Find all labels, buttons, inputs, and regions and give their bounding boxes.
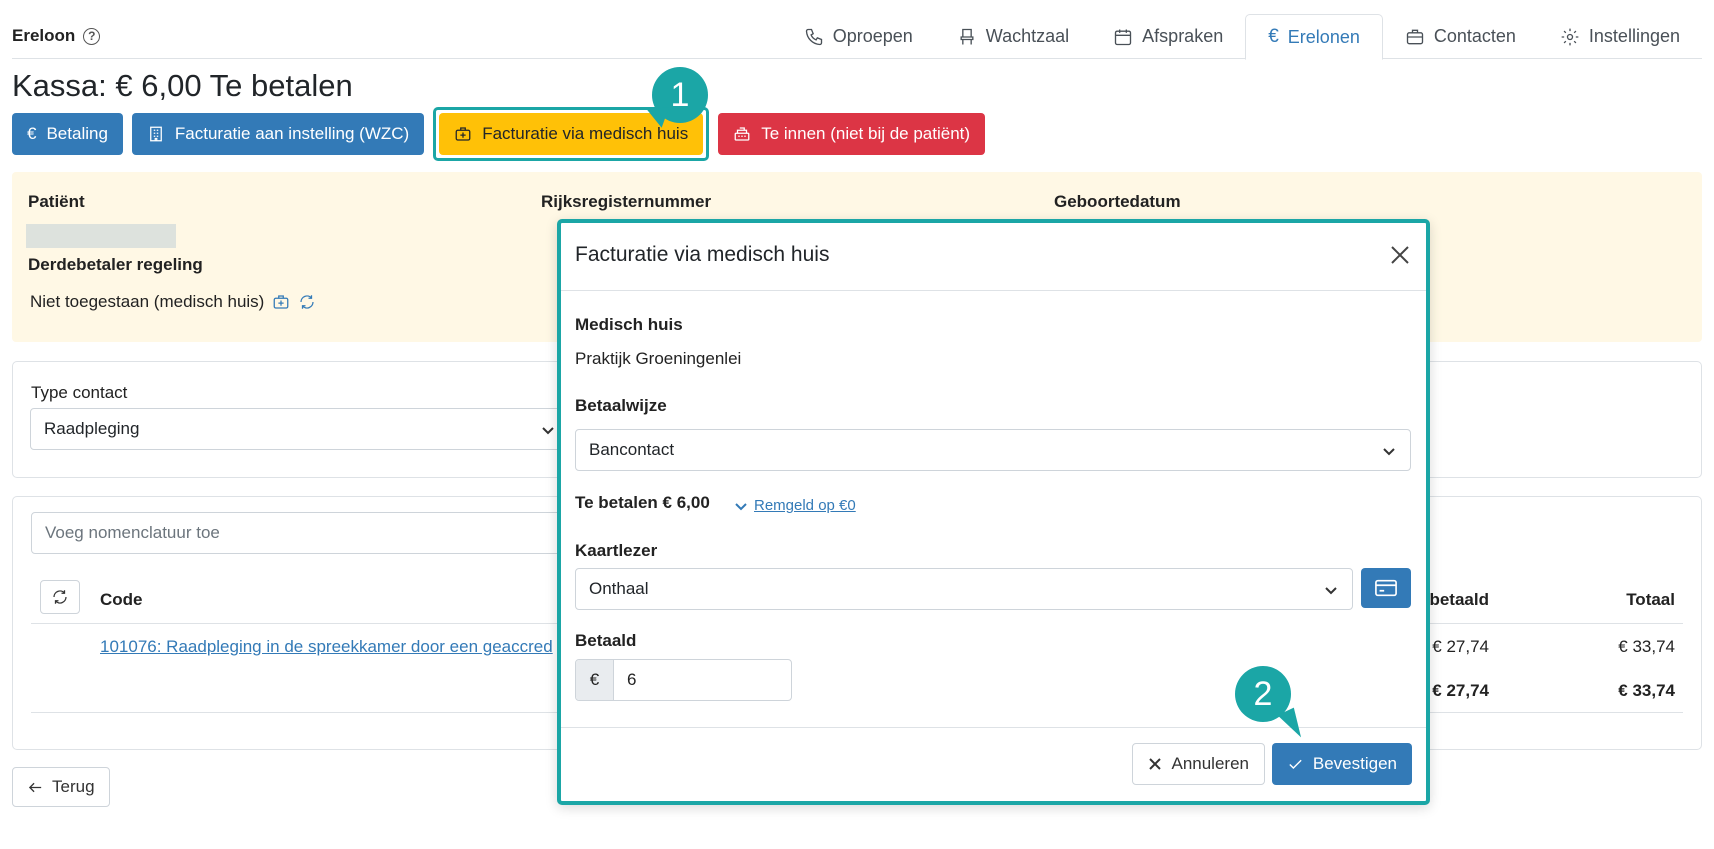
tab-contacten[interactable]: Contacten bbox=[1383, 14, 1538, 59]
remgeld-link-label: Remgeld op €0 bbox=[754, 497, 856, 514]
close-icon[interactable] bbox=[1388, 243, 1412, 267]
top-bar: Ereloon ? Oproepen Wachtzaal Afspraken €… bbox=[12, 14, 1702, 60]
total-totaal: € 33,74 bbox=[1618, 681, 1675, 700]
medisch-huis-label: Medisch huis bbox=[575, 315, 683, 334]
dob-label: Geboortedatum bbox=[1054, 192, 1181, 211]
te-betalen-amount: Te betalen € 6,00 bbox=[575, 493, 710, 512]
row-betaald: € 27,74 bbox=[1432, 637, 1489, 656]
modal-title: Facturatie via medisch huis bbox=[575, 243, 830, 266]
help-icon[interactable]: ? bbox=[83, 27, 101, 45]
app-title: Ereloon ? bbox=[12, 26, 101, 46]
rrn-label: Rijksregisternummer bbox=[541, 192, 712, 211]
chevron-down-icon bbox=[541, 422, 555, 436]
nomenclature-code-link[interactable]: 101076: Raadpleging in de spreekkamer do… bbox=[100, 637, 553, 657]
third-party-value-row: Niet toegestaan (medisch huis) bbox=[30, 292, 316, 312]
gear-icon bbox=[1561, 28, 1579, 45]
briefcase-icon bbox=[1406, 29, 1424, 44]
cash-register-icon bbox=[734, 127, 750, 141]
medical-bag-icon[interactable] bbox=[272, 293, 290, 311]
betaalwijze-value: Bancontact bbox=[589, 440, 675, 459]
refresh-button[interactable] bbox=[40, 580, 80, 614]
betaalwijze-select[interactable]: Bancontact bbox=[575, 429, 1411, 471]
betaling-label: Betaling bbox=[46, 124, 108, 143]
card-reader-button[interactable] bbox=[1361, 568, 1411, 608]
nomenclature-search-input[interactable]: Voeg nomenclatuur toe bbox=[31, 512, 561, 554]
contact-type-value: Raadpleging bbox=[44, 419, 140, 438]
step-callout-2: 2 bbox=[1235, 666, 1291, 722]
remgeld-link[interactable]: Remgeld op €0 bbox=[734, 497, 856, 514]
confirm-button-label: Bevestigen bbox=[1312, 754, 1397, 773]
tab-erelonen[interactable]: € Erelonen bbox=[1245, 14, 1383, 60]
back-button[interactable]: Terug bbox=[12, 767, 110, 807]
tab-afspraken-label: Afspraken bbox=[1142, 26, 1224, 46]
medical-bag-icon bbox=[455, 127, 471, 141]
phone-icon bbox=[805, 28, 822, 45]
building-icon bbox=[150, 126, 162, 142]
tab-wachtzaal[interactable]: Wachtzaal bbox=[935, 14, 1091, 59]
tab-oproepen[interactable]: Oproepen bbox=[782, 14, 935, 59]
redacted-patient-name bbox=[26, 224, 176, 248]
tab-erelonen-label: Erelonen bbox=[1287, 26, 1360, 47]
euro-icon: € bbox=[27, 124, 37, 143]
euro-prefix: € bbox=[576, 660, 614, 700]
chevron-down-icon bbox=[735, 502, 747, 510]
chevron-down-icon bbox=[1324, 582, 1338, 596]
third-party-label: Derdebetaler regeling bbox=[28, 255, 203, 274]
kaartlezer-select[interactable]: Onthaal bbox=[575, 568, 1353, 610]
betaalwijze-label: Betaalwijze bbox=[575, 396, 667, 415]
tab-wachtzaal-label: Wachtzaal bbox=[985, 26, 1070, 46]
total-betaald: € 27,74 bbox=[1432, 681, 1489, 700]
check-icon bbox=[1289, 759, 1302, 769]
betaald-input[interactable]: 6 bbox=[614, 660, 791, 700]
refresh-icon[interactable] bbox=[298, 293, 316, 311]
te-innen-label: Te innen (niet bij de patiënt) bbox=[761, 124, 971, 143]
tab-instellingen[interactable]: Instellingen bbox=[1538, 14, 1702, 59]
refresh-icon bbox=[53, 590, 67, 604]
page-title: Kassa: € 6,00 Te betalen bbox=[12, 68, 353, 103]
facturatie-instelling-button[interactable]: Facturatie aan instelling (WZC) bbox=[131, 113, 425, 155]
arrow-left-icon bbox=[28, 782, 42, 792]
close-icon bbox=[1149, 758, 1162, 770]
cancel-button[interactable]: Annuleren bbox=[1132, 743, 1265, 785]
contact-type-select[interactable]: Raadpleging bbox=[30, 408, 570, 450]
main-nav: Oproepen Wachtzaal Afspraken € Erelonen … bbox=[782, 14, 1702, 60]
third-party-value: Niet toegestaan (medisch huis) bbox=[30, 292, 265, 311]
tab-contacten-label: Contacten bbox=[1433, 26, 1516, 46]
chair-icon bbox=[960, 28, 974, 44]
tab-oproepen-label: Oproepen bbox=[832, 26, 913, 46]
credit-card-icon bbox=[1375, 579, 1397, 597]
euro-icon: € bbox=[1268, 26, 1279, 47]
col-header-totaal: Totaal bbox=[1626, 590, 1675, 609]
calendar-icon bbox=[1115, 29, 1132, 45]
modal-header: Facturatie via medisch huis bbox=[561, 223, 1426, 291]
kaartlezer-value: Onthaal bbox=[589, 579, 649, 598]
chevron-down-icon bbox=[1382, 443, 1396, 457]
betaald-label: Betaald bbox=[575, 631, 637, 650]
medisch-huis-modal: Facturatie via medisch huis Medisch huis… bbox=[557, 219, 1430, 805]
col-header-code: Code bbox=[100, 590, 143, 609]
app-title-text: Ereloon bbox=[12, 26, 76, 45]
cancel-button-label: Annuleren bbox=[1171, 754, 1249, 773]
tab-instellingen-label: Instellingen bbox=[1588, 26, 1680, 46]
confirm-button[interactable]: Bevestigen bbox=[1271, 743, 1412, 785]
kaartlezer-label: Kaartlezer bbox=[575, 541, 658, 560]
te-innen-button[interactable]: Te innen (niet bij de patiënt) bbox=[718, 113, 986, 155]
betaling-button[interactable]: € Betaling bbox=[12, 113, 123, 155]
step-callout-1: 1 bbox=[652, 67, 708, 123]
medisch-huis-value: Praktijk Groeningenlei bbox=[575, 349, 742, 368]
action-bar: € Betaling Facturatie aan instelling (WZ… bbox=[12, 107, 986, 161]
back-button-label: Terug bbox=[52, 777, 95, 796]
row-totaal: € 33,74 bbox=[1618, 637, 1675, 656]
facturatie-instelling-label: Facturatie aan instelling (WZC) bbox=[174, 124, 410, 143]
tab-afspraken[interactable]: Afspraken bbox=[1091, 14, 1245, 59]
col-header-betaald: betaald bbox=[1429, 590, 1489, 609]
betaald-input-group: € 6 bbox=[575, 659, 792, 701]
contact-type-label: Type contact bbox=[31, 383, 128, 402]
facturatie-medisch-huis-label: Facturatie via medisch huis bbox=[482, 124, 689, 143]
patient-label: Patiënt bbox=[28, 192, 85, 211]
